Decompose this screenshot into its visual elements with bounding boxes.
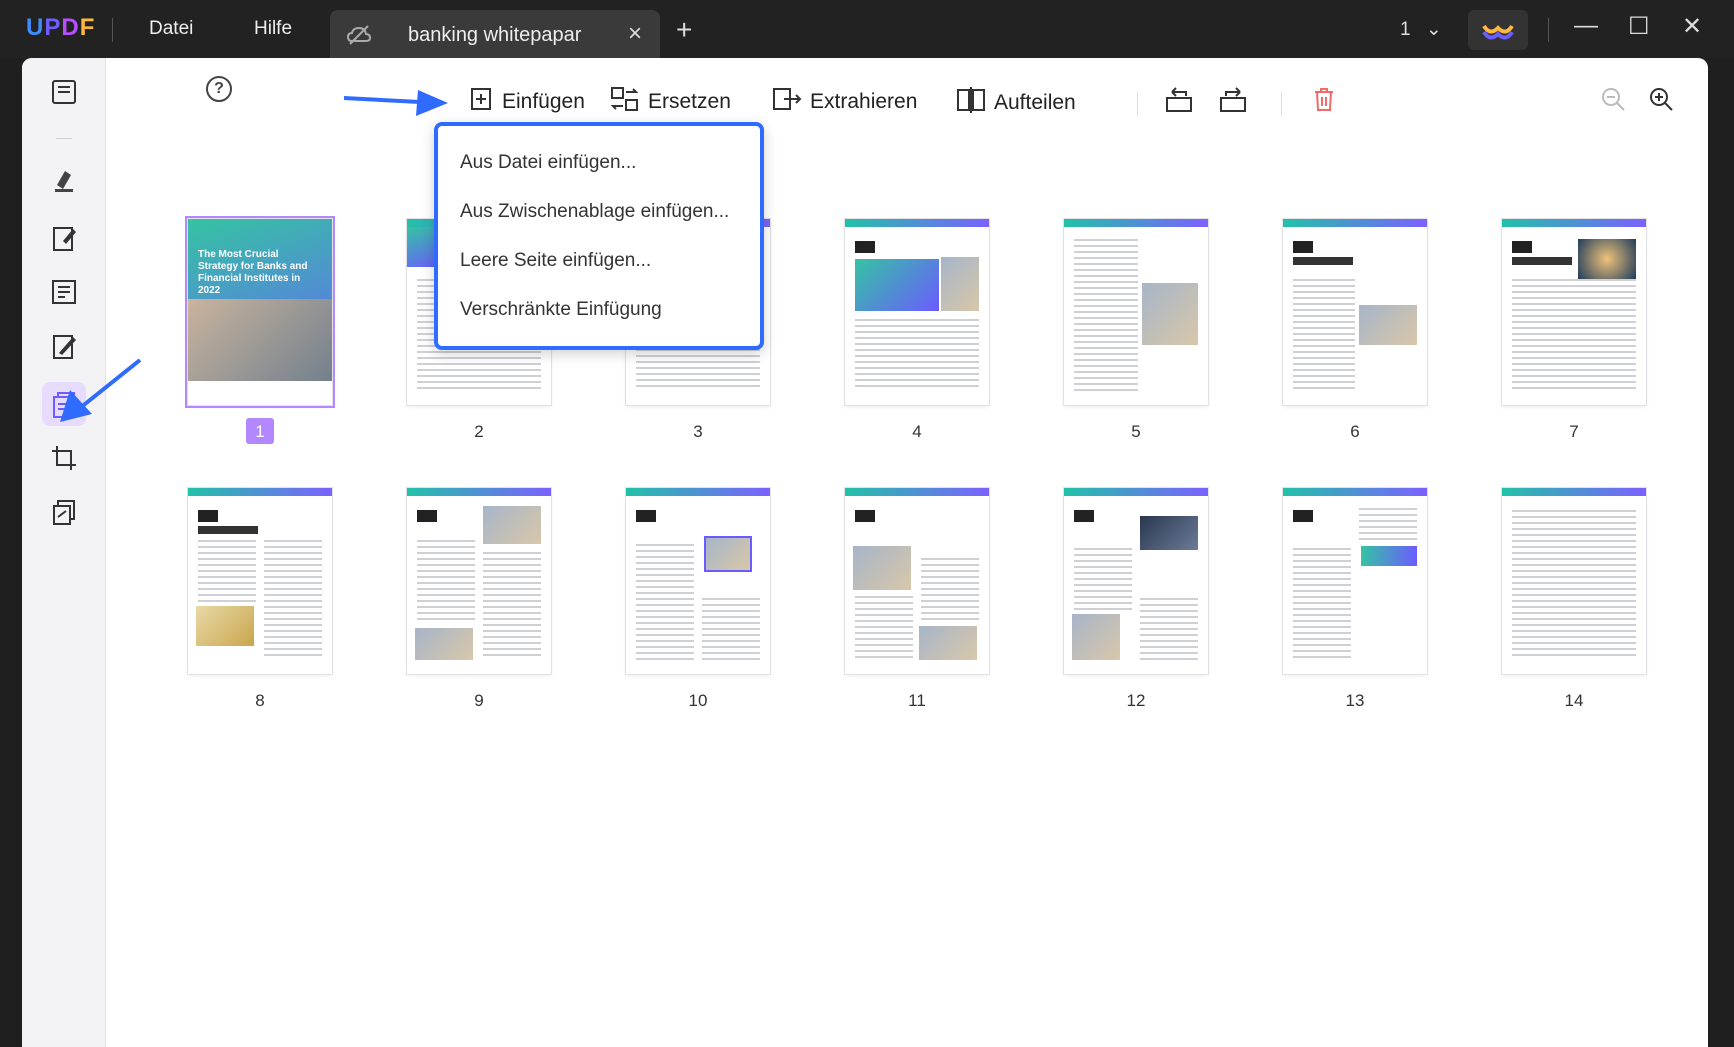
menu-item-insert-from-file[interactable]: Aus Datei einfügen...: [460, 152, 636, 174]
cover-photo: [188, 299, 332, 389]
page-thumbnail[interactable]: [845, 219, 989, 405]
trash-icon: [1312, 86, 1336, 118]
page-thumbnail[interactable]: [1064, 219, 1208, 405]
page-number: 14: [1564, 691, 1584, 710]
page-title: The Most Crucial Strategy for Banks and …: [198, 249, 308, 296]
organize-toolbar: ? Einfügen Ersetzen Extrahieren Aufteile…: [106, 58, 1708, 142]
page-number: 6: [1350, 422, 1360, 441]
page-number: 11: [908, 691, 926, 710]
help-icon[interactable]: ?: [206, 76, 232, 102]
extract-button[interactable]: Extrahieren: [772, 86, 917, 118]
divider: [112, 18, 113, 42]
zoom-in-icon: [1648, 86, 1674, 118]
comment-icon[interactable]: [42, 158, 86, 202]
page-number: 13: [1345, 691, 1365, 710]
edit-pdf-icon[interactable]: [42, 216, 86, 260]
page-number: 1: [255, 422, 265, 441]
rotate-left-button[interactable]: [1164, 86, 1194, 120]
page-number: 9: [474, 691, 484, 710]
replace-label: Ersetzen: [648, 90, 731, 113]
delete-button[interactable]: [1312, 86, 1336, 118]
page-thumbnail[interactable]: [1502, 219, 1646, 405]
new-tab-icon[interactable]: +: [676, 14, 692, 46]
page-thumbnail[interactable]: [1064, 488, 1208, 674]
chevron-down-icon: ⌄: [1425, 19, 1442, 40]
page-thumbnail[interactable]: [845, 488, 989, 674]
title-bar: UPDF Datei Hilfe banking whitepapar × + …: [0, 0, 1734, 58]
page-thumbnail-grid: The Most Crucial Strategy for Banks and …: [106, 142, 1708, 1047]
document-tab[interactable]: banking whitepapar ×: [330, 10, 660, 58]
menu-item-insert-blank-page[interactable]: Leere Seite einfügen...: [460, 250, 651, 272]
app-window: ? Einfügen Ersetzen Extrahieren Aufteile…: [22, 58, 1708, 1047]
zoom-out-button[interactable]: [1600, 86, 1626, 118]
split-button[interactable]: Aufteilen: [956, 86, 1076, 120]
page-count-dropdown[interactable]: 1 ⌄: [1400, 18, 1442, 41]
page-thumbnail[interactable]: [1283, 219, 1427, 405]
page-thumbnail[interactable]: [1283, 488, 1427, 674]
page-number: 3: [693, 422, 703, 441]
divider: [1281, 92, 1282, 116]
extract-label: Extrahieren: [810, 90, 918, 113]
insert-button[interactable]: Einfügen: [468, 86, 585, 118]
zoom-in-button[interactable]: [1648, 86, 1674, 118]
split-label: Aufteilen: [994, 91, 1076, 114]
page-thumbnail[interactable]: [188, 488, 332, 674]
page-number: 4: [912, 422, 922, 441]
page-number: 7: [1569, 422, 1579, 441]
page-thumbnail[interactable]: [1502, 488, 1646, 674]
insert-page-icon: [468, 86, 494, 118]
sign-icon[interactable]: [42, 324, 86, 368]
updf-logo: UPDF: [26, 14, 96, 41]
page-thumbnail[interactable]: [407, 488, 551, 674]
cloud-off-icon: [346, 23, 372, 52]
page-number: 5: [1131, 422, 1141, 441]
crop-icon[interactable]: [42, 436, 86, 480]
divider: [1137, 92, 1138, 116]
insert-dropdown-menu: Aus Datei einfügen... Aus Zwischenablage…: [434, 122, 764, 350]
close-window-icon[interactable]: ✕: [1682, 12, 1702, 41]
form-icon[interactable]: [42, 270, 86, 314]
rotate-left-icon: [1164, 86, 1194, 120]
minimize-icon[interactable]: —: [1574, 12, 1598, 40]
menu-datei[interactable]: Datei: [149, 18, 193, 40]
tab-title: banking whitepapar: [408, 24, 582, 46]
organize-pages-icon[interactable]: [42, 382, 86, 426]
extract-icon: [772, 86, 802, 118]
page-number: 10: [688, 691, 708, 710]
close-tab-icon[interactable]: ×: [628, 20, 642, 48]
menu-item-interleaved-insert[interactable]: Verschränkte Einfügung: [460, 299, 662, 321]
rotate-right-button[interactable]: [1218, 86, 1248, 120]
page-count-label: 1: [1400, 19, 1411, 40]
maximize-icon[interactable]: ☐: [1628, 12, 1650, 41]
replace-icon: [610, 86, 640, 118]
page-number: 2: [474, 422, 484, 441]
avatar[interactable]: [1468, 10, 1528, 50]
divider: [1548, 18, 1549, 42]
left-sidebar: [22, 58, 106, 1047]
page-thumbnail[interactable]: The Most Crucial Strategy for Banks and …: [185, 216, 335, 408]
replace-button[interactable]: Ersetzen: [610, 86, 731, 118]
page-thumbnail[interactable]: [626, 488, 770, 674]
page-number: 8: [255, 691, 265, 710]
convert-icon[interactable]: [42, 490, 86, 534]
menu-item-insert-from-clipboard[interactable]: Aus Zwischenablage einfügen...: [460, 201, 729, 223]
reader-icon[interactable]: [42, 70, 86, 114]
rotate-right-icon: [1218, 86, 1248, 120]
menu-hilfe[interactable]: Hilfe: [254, 18, 292, 40]
page-number: 12: [1126, 691, 1146, 710]
split-icon: [956, 86, 986, 120]
divider: [56, 138, 72, 139]
zoom-out-icon: [1600, 86, 1626, 118]
insert-label: Einfügen: [502, 90, 585, 113]
